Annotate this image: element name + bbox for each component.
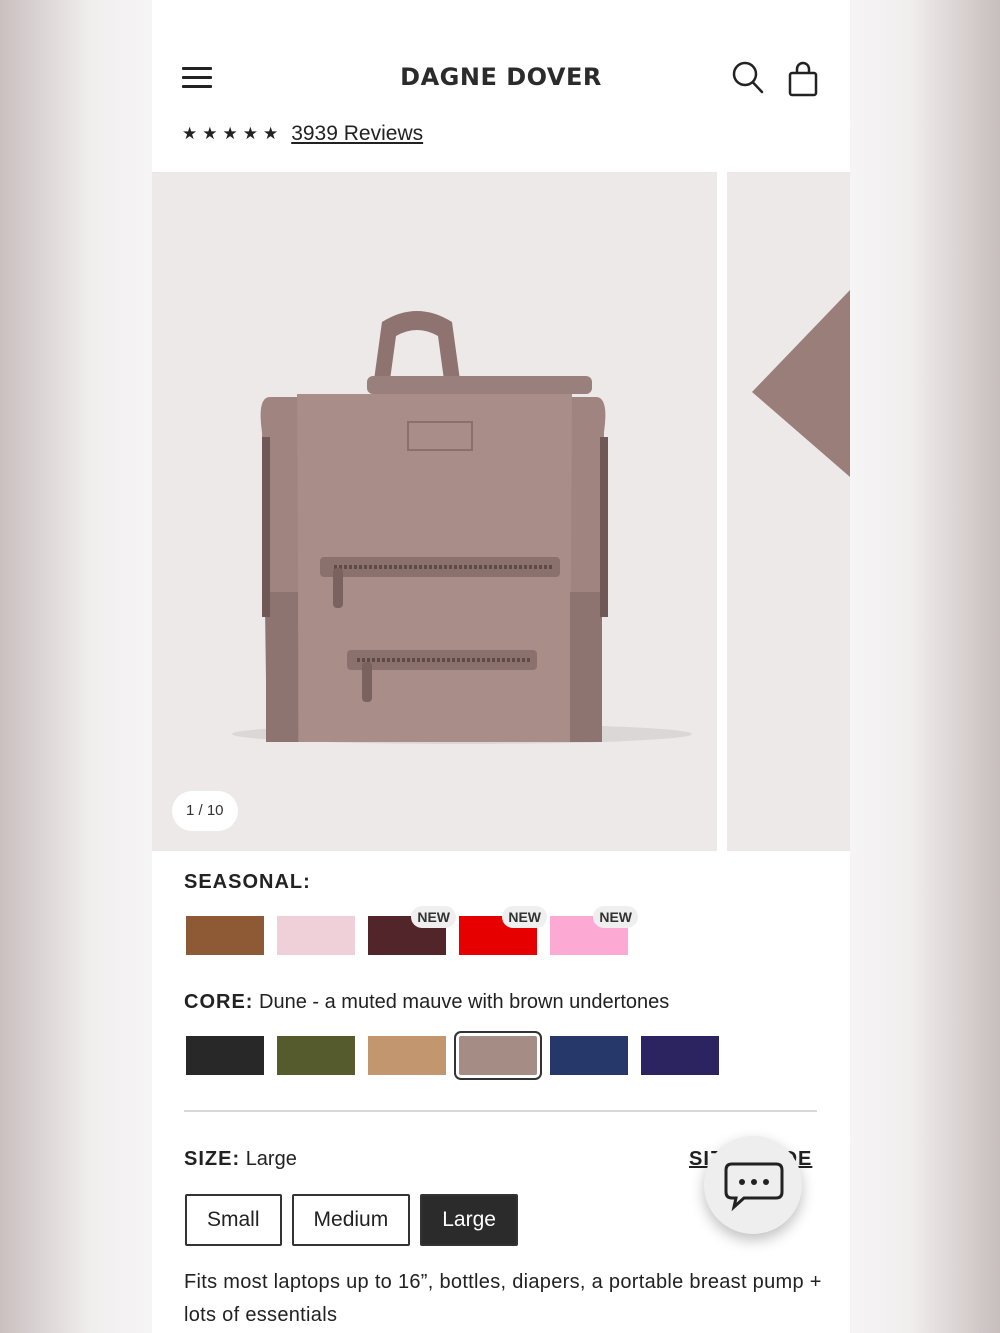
size-large-button[interactable]: Large (420, 1194, 518, 1246)
backpack-image (232, 311, 692, 744)
background-right (848, 0, 1000, 1333)
new-badge: NEW (502, 906, 547, 928)
search-icon[interactable] (732, 61, 764, 95)
seasonal-label: SEASONAL: (184, 871, 311, 893)
reviews-summary: ★★★★★ 3939 Reviews (182, 122, 423, 146)
product-image-main[interactable]: 1 / 10 (152, 172, 717, 851)
next-image-preview (752, 290, 850, 477)
size-options: Small Medium Large (185, 1194, 518, 1246)
core-selected-name: Dune - a muted mauve with brown underton… (259, 991, 670, 1013)
size-selected: Large (245, 1148, 297, 1170)
core-swatch-2[interactable] (277, 1036, 355, 1075)
seasonal-swatch-3[interactable]: NEW (368, 906, 456, 955)
core-swatch-1[interactable] (186, 1036, 264, 1075)
core-swatch-6[interactable] (641, 1036, 719, 1075)
chat-bubble-icon (724, 1162, 784, 1212)
new-badge: NEW (411, 906, 456, 928)
seasonal-swatches: NEW NEW NEW (186, 906, 638, 955)
core-swatch-5[interactable] (550, 1036, 628, 1075)
seasonal-swatch-1[interactable] (186, 916, 264, 955)
size-medium-button[interactable]: Medium (291, 1194, 411, 1246)
site-header: DAGNE DOVER (152, 55, 850, 105)
seasonal-swatch-5[interactable]: NEW (550, 906, 638, 955)
background-left (0, 0, 152, 1333)
core-swatches (186, 1031, 719, 1080)
chat-button[interactable] (704, 1136, 802, 1234)
reviews-link[interactable]: 3939 Reviews (291, 122, 423, 146)
product-description: Fits most laptops up to 16”, bottles, di… (184, 1271, 822, 1326)
shopping-bag-icon[interactable] (788, 61, 818, 97)
seasonal-swatch-4[interactable]: NEW (459, 906, 547, 955)
product-image-next[interactable] (727, 172, 850, 851)
rating-stars: ★★★★★ (182, 124, 284, 143)
core-swatch-3[interactable] (368, 1036, 446, 1075)
size-label: SIZE: Large (184, 1148, 297, 1170)
image-counter: 1 / 10 (172, 791, 238, 831)
core-swatch-dune[interactable] (454, 1031, 542, 1080)
seasonal-swatch-2[interactable] (277, 916, 355, 955)
size-small-button[interactable]: Small (185, 1194, 282, 1246)
new-badge: NEW (593, 906, 638, 928)
product-page: DAGNE DOVER ★★★★★ 3939 Reviews 1 / 10 SE… (152, 0, 850, 1333)
divider (184, 1110, 817, 1112)
core-label: CORE: Dune - a muted mauve with brown un… (184, 991, 670, 1013)
